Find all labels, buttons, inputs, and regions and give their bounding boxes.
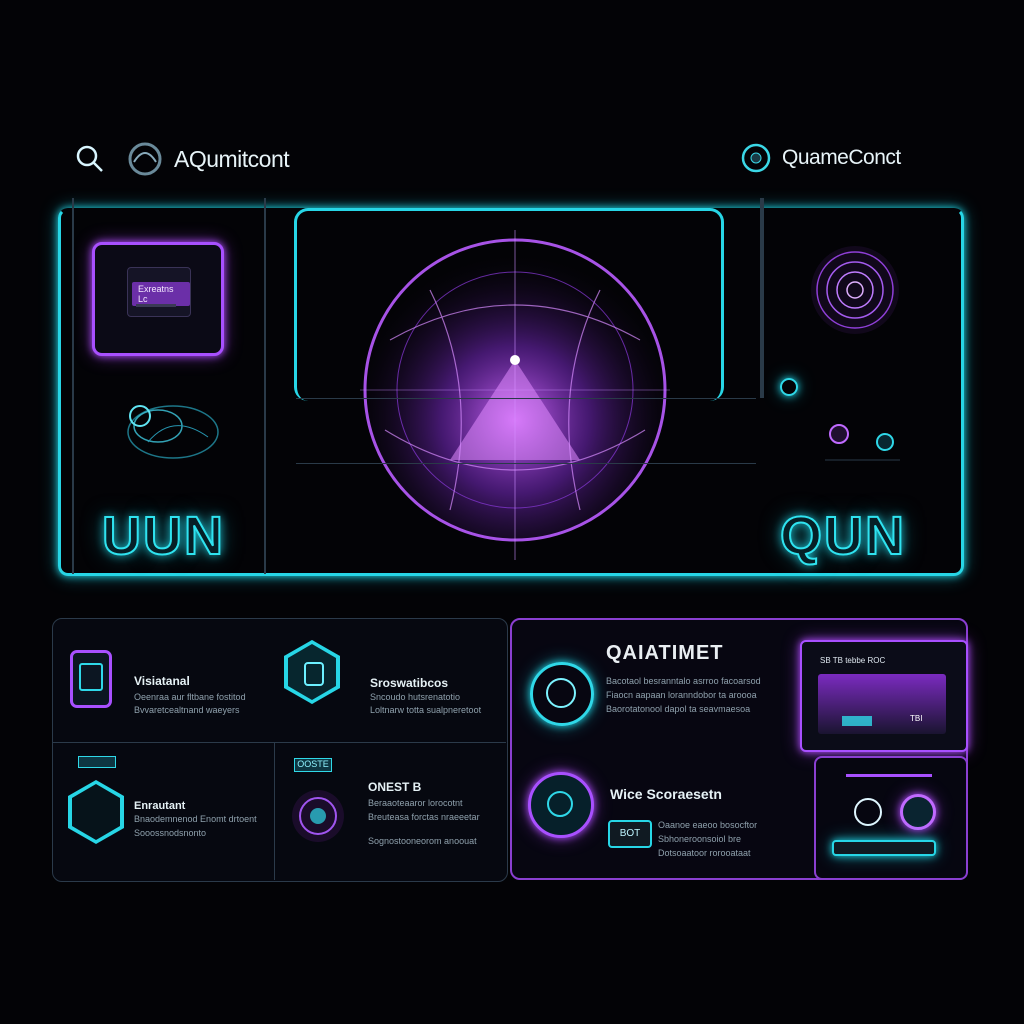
card4-line1: Beraaoteaaror lorocotnt <box>368 798 463 808</box>
cloud-toggle-icon[interactable] <box>900 794 936 830</box>
card2-title: Sroswatibcos <box>370 676 449 690</box>
connection-title: Wice Scoraesetn <box>610 786 722 802</box>
system-title: QAIATIMET <box>606 642 724 664</box>
mini-screen-display: Exreatns Lc <box>127 267 191 317</box>
card2-line2: Loltnarw totta sualpneretoot <box>370 705 482 715</box>
card1-title: Visiatanal <box>134 674 190 688</box>
right-header: QuameConct <box>740 142 901 174</box>
sensor-cluster-icon <box>825 424 900 461</box>
neural-swirl-icon <box>127 405 219 459</box>
card2-line1: Sncoudo hutsrenatotio <box>370 692 461 702</box>
system-line1: Bacotaol besranntalo asrroo facoarsod <box>606 676 761 686</box>
monitor-display <box>818 674 946 734</box>
left-status-word: UUN <box>101 505 225 567</box>
card3-line2: Sooossnodsnonto <box>134 828 207 838</box>
connection-line2: Sbhoneroonsoiol bre <box>658 834 742 844</box>
card4-tag: OOSTE <box>294 758 332 772</box>
system-line3: Baorotatonool dapol ta seavmaesoa <box>606 704 751 714</box>
search-icon[interactable] <box>74 143 106 175</box>
system-ring-icon[interactable] <box>530 662 594 726</box>
atom-logo-icon <box>741 143 771 173</box>
card4-line2: Breuteasa forctas nraeeetar <box>368 812 480 822</box>
mini-screen-title: Exreatns Lc <box>132 282 190 306</box>
control-slider[interactable] <box>832 840 936 856</box>
monitor-screen[interactable]: SB TB tebbe ROC TBI <box>800 640 968 752</box>
left-brand-title: AQumitcont <box>174 145 290 172</box>
mini-screen[interactable]: Exreatns Lc <box>92 242 224 356</box>
circuit-lines <box>296 398 756 464</box>
card4-orb-icon <box>292 790 344 842</box>
connection-ring-icon[interactable] <box>528 772 594 838</box>
card1-icon <box>70 650 112 708</box>
power-button-icon[interactable] <box>854 798 882 826</box>
system-line2: Fiaocn aapaan loranndobor ta aroooa <box>606 690 757 700</box>
left-header: AQumitcont <box>74 140 290 178</box>
vortex-icon <box>811 246 899 334</box>
right-status-word: QUN <box>779 505 906 567</box>
mini-screen-bar <box>136 304 176 307</box>
card-divider-vertical <box>274 742 275 880</box>
card1-line1: Oeenraa aur fltbane fostitod <box>134 692 246 702</box>
monitor-header: SB TB tebbe ROC <box>820 656 886 665</box>
control-panel-bar <box>846 774 932 777</box>
monitor-button[interactable]: TBI <box>910 714 922 723</box>
device-icon <box>79 663 103 691</box>
quantum-logo-icon <box>128 142 162 176</box>
connection-line1: Oaanoe eaeoo bosocftor <box>658 820 758 830</box>
monitor-slider[interactable] <box>842 716 872 726</box>
card3-line1: Bnaodemnenod Enomt drtoent <box>134 814 257 824</box>
connection-line3: Dotsoaatoor rorooataat <box>658 848 751 858</box>
card4-line3: Sognostooneorom anoouat <box>368 836 477 846</box>
card3-tag <box>78 756 116 768</box>
cloud-icon <box>547 791 573 817</box>
bot-badge[interactable]: BOT <box>608 820 652 848</box>
right-brand-title: QuameConct <box>782 146 901 169</box>
card4-title: ONEST B <box>368 780 422 794</box>
ring-core-icon <box>546 678 576 708</box>
card3-title: Enrautant <box>134 800 186 812</box>
status-indicator-dot[interactable] <box>780 378 798 396</box>
card1-line2: Bvvaretcealtnand waeyers <box>134 705 240 715</box>
right-divider <box>760 198 764 398</box>
card-divider-horizontal <box>52 742 506 743</box>
